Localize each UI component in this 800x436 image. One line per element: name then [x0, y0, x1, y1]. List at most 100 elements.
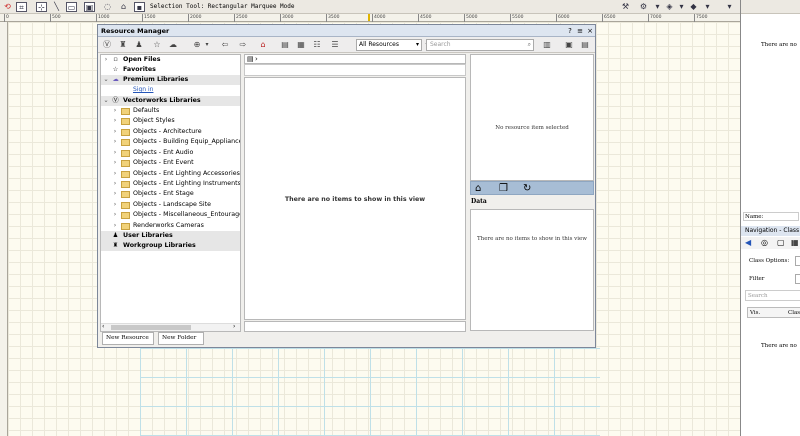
thumbnail-view-icon[interactable]: ▤	[280, 40, 290, 50]
tree-label: Vectorworks Libraries	[123, 97, 201, 104]
col-class[interactable]: Class	[788, 310, 800, 316]
sign-in-link[interactable]: Sign in	[133, 85, 153, 95]
chevron-down-icon[interactable]: ⌄	[102, 75, 110, 85]
search-input[interactable]: Search	[745, 290, 800, 301]
col-vis[interactable]: Vis.	[750, 310, 760, 316]
folder-icon	[121, 150, 130, 157]
scroll-right-icon[interactable]: ›	[233, 323, 235, 330]
view-icon[interactable]: ◆	[688, 2, 699, 12]
snap-point-icon[interactable]: ╲	[51, 2, 62, 12]
measure-icon[interactable]: ⚒	[620, 2, 631, 12]
cloud-icon[interactable]: ☁	[168, 40, 178, 50]
scrollbar-thumb[interactable]	[111, 325, 191, 330]
marquee-icon[interactable]: ▣	[84, 2, 95, 12]
back-icon[interactable]: ⇦	[220, 40, 230, 50]
bucket-icon[interactable]: ⌂	[118, 2, 129, 12]
tree-item-vectorworks[interactable]: ⌄ Ⓥ Vectorworks Libraries	[101, 96, 240, 106]
list-view-icon[interactable]: ☷	[312, 40, 322, 50]
folder-icon	[121, 202, 130, 209]
chevron-right-icon[interactable]: ›	[111, 189, 119, 199]
chevron-right-icon[interactable]: ›	[111, 169, 119, 179]
settings-icon[interactable]: ⚙	[638, 2, 649, 12]
cube-icon[interactable]: ❒	[499, 183, 508, 194]
chevron-right-icon[interactable]: ›	[111, 106, 119, 116]
user-library-icon[interactable]: ♟	[134, 40, 144, 50]
folder-label: Objects - Building Equip_Appliances	[133, 138, 241, 145]
nav-icon[interactable]: ◀	[745, 238, 751, 247]
filter-label: Filter	[749, 276, 765, 282]
ruler-tick: 2500	[234, 14, 248, 22]
folder-icon	[121, 129, 130, 136]
chevron-right-icon[interactable]: ›	[111, 127, 119, 137]
chevron-down-icon[interactable]: ⌄	[102, 96, 110, 106]
chevron-right-icon[interactable]: ›	[111, 179, 119, 189]
ruler-tick: 500	[50, 14, 61, 22]
help-button[interactable]: ?	[566, 27, 574, 35]
render-icon[interactable]: ◈	[664, 2, 675, 12]
nav-icon[interactable]: ◎	[761, 238, 768, 247]
scroll-left-icon[interactable]: ‹	[102, 323, 104, 330]
horizontal-scrollbar[interactable]: ‹ ›	[101, 323, 240, 331]
home-view-icon[interactable]: ⌂	[475, 183, 481, 194]
dropdown-arrow-icon[interactable]: ▾	[676, 2, 687, 12]
new-resource-button[interactable]: New Resource	[102, 332, 154, 345]
resource-browser[interactable]: There are no items to show in this view	[244, 77, 466, 320]
search-placeholder: Search	[748, 293, 768, 299]
rotate-icon[interactable]: ↻	[523, 183, 531, 194]
dropdown-arrow-icon[interactable]: ▾	[724, 2, 735, 12]
tree-item-workgroup[interactable]: ♜ Workgroup Libraries	[101, 241, 240, 251]
chevron-right-icon[interactable]: ›	[111, 158, 119, 168]
undo-icon[interactable]: ⟲	[2, 2, 13, 12]
nav-icon[interactable]: ▢	[777, 238, 785, 247]
globe-icon[interactable]: ⊕	[192, 40, 202, 50]
dropdown-arrow-icon[interactable]: ▾	[652, 2, 663, 12]
snap-grid-icon[interactable]: ⌗	[16, 2, 27, 12]
chevron-right-icon[interactable]: ›	[111, 200, 119, 210]
mode-icon[interactable]: ▪	[134, 2, 145, 12]
preview-toggle-icon[interactable]: ▣	[564, 40, 574, 50]
folder-icon	[121, 212, 130, 219]
window-title: Resource Manager	[101, 27, 170, 35]
file-icon: ▤	[247, 55, 254, 63]
new-folder-button[interactable]: New Folder	[158, 332, 204, 345]
grid-view-icon[interactable]: ▦	[296, 40, 306, 50]
folder-icon	[121, 108, 130, 115]
forward-icon[interactable]: ⇨	[238, 40, 248, 50]
folder-label: Objects - Ent Event	[133, 159, 194, 166]
panel-toggle-icon[interactable]: ▥	[542, 40, 552, 50]
tree-item-premium[interactable]: ⌄ ☁ Premium Libraries	[101, 75, 240, 85]
chevron-right-icon[interactable]: ›	[111, 221, 119, 231]
empty-message: There are no	[761, 343, 797, 349]
class-options-select[interactable]	[795, 256, 800, 266]
lasso-icon[interactable]: ◌	[102, 2, 113, 12]
info-toggle-icon[interactable]: ▤	[580, 40, 590, 50]
close-button[interactable]: ×	[586, 27, 594, 35]
chevron-right-icon[interactable]: ›	[111, 137, 119, 147]
nav-icon[interactable]: ▦	[791, 238, 799, 247]
snap-object-icon[interactable]: ⊹	[36, 2, 47, 12]
vectorworks-icon[interactable]: Ⓥ	[102, 40, 112, 50]
home-icon[interactable]: ⌂	[258, 40, 268, 50]
chevron-right-icon[interactable]: ›	[102, 55, 110, 65]
rectangle-tool-icon[interactable]: ▭	[66, 2, 77, 12]
tree-item-user[interactable]: ♟ User Libraries	[101, 231, 240, 241]
menu-button[interactable]: ≡	[576, 27, 584, 35]
workgroup-icon[interactable]: ♜	[118, 40, 128, 50]
tool-status-text: Selection Tool: Rectangular Marquee Mode	[150, 3, 295, 10]
detail-view-icon[interactable]: ☰	[330, 40, 340, 50]
favorites-icon[interactable]: ☆	[152, 40, 162, 50]
chevron-right-icon[interactable]: ›	[255, 55, 258, 63]
dropdown-arrow-icon[interactable]: ▾	[202, 40, 212, 50]
dropdown-arrow-icon[interactable]: ▾	[702, 2, 713, 12]
ruler-tick: 3000	[280, 14, 294, 22]
search-input[interactable]: Search ⌕	[426, 39, 534, 51]
resource-type-select[interactable]: All Resources ▾	[356, 39, 422, 51]
chevron-right-icon[interactable]: ›	[111, 116, 119, 126]
chevron-right-icon[interactable]: ›	[111, 148, 119, 158]
chevron-right-icon[interactable]: ›	[111, 210, 119, 220]
cloud-icon: ☁	[112, 76, 119, 83]
title-bar[interactable]: Resource Manager ? ≡ ×	[98, 25, 595, 37]
ruler-tick: 5500	[510, 14, 524, 22]
name-field[interactable]: Name:	[743, 212, 799, 221]
filter-select[interactable]	[795, 274, 800, 284]
